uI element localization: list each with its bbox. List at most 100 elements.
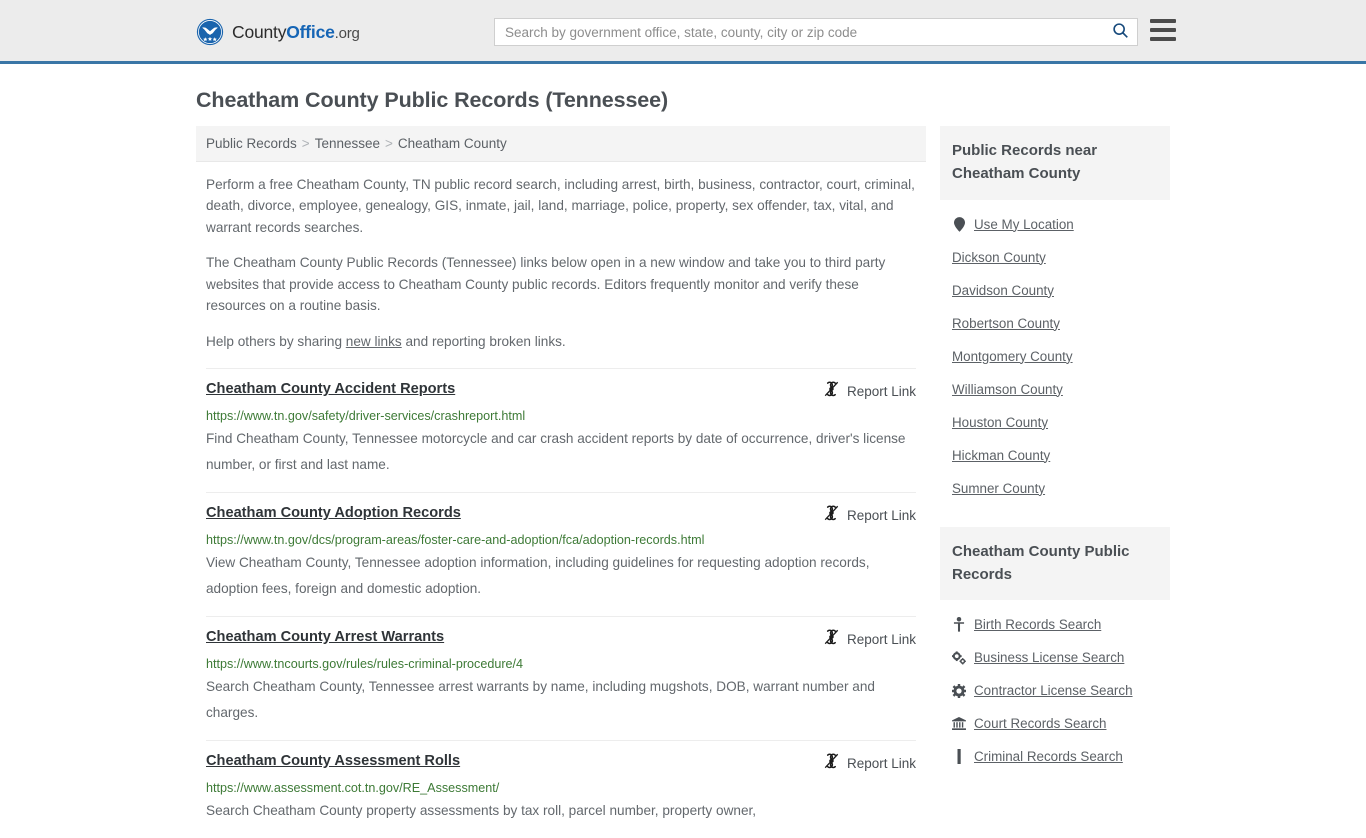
record-type-item[interactable]: Business License Search [940, 641, 1170, 674]
breadcrumb-item-2[interactable]: Tennessee [315, 136, 380, 151]
baby-icon [952, 617, 966, 632]
page-title: Cheatham County Public Records (Tennesse… [196, 88, 1170, 113]
new-links-link[interactable]: new links [346, 334, 402, 349]
report-link-button[interactable]: Report Link [824, 753, 916, 774]
intro-help-text: Help others by sharing new links and rep… [206, 331, 916, 352]
brand-logo-link[interactable]: CountyOffice.org [196, 18, 360, 46]
record-types-card: Cheatham County Public Records Birth Rec… [940, 527, 1170, 774]
page-container: Cheatham County Public Records (Tennesse… [0, 88, 1366, 838]
result-header: Cheatham County Adoption Records Report L… [206, 505, 916, 526]
map-pin-icon [952, 217, 966, 232]
nearby-county-item[interactable]: Dickson County [940, 241, 1170, 274]
brand-part-office: Office [286, 22, 334, 42]
breadcrumb-separator: > [385, 136, 393, 151]
nearby-county-link[interactable]: Houston County [952, 415, 1048, 430]
search-bar[interactable] [494, 18, 1138, 46]
nearby-county-link[interactable]: Sumner County [952, 481, 1045, 496]
nearby-county-link[interactable]: Robertson County [952, 316, 1060, 331]
nearby-county-link[interactable]: Use My Location [974, 217, 1074, 232]
result-url[interactable]: https://www.tn.gov/safety/driver-service… [206, 409, 916, 424]
brand-wordmark: CountyOffice.org [232, 22, 360, 43]
bank-icon [952, 716, 966, 731]
record-type-item[interactable]: Contractor License Search [940, 674, 1170, 707]
nearby-records-list: Use My Location Dickson County Davidson Co… [940, 200, 1170, 505]
nearby-county-item[interactable]: Montgomery County [940, 340, 1170, 373]
brand-part-tld: .org [335, 25, 360, 42]
result-item: Cheatham County Assessment Rolls Report L… [206, 740, 916, 838]
help-prefix: Help others by sharing [206, 334, 346, 349]
result-item: Cheatham County Adoption Records Report L… [206, 492, 916, 616]
content-layout: Public Records > Tennessee > Cheatham County… [196, 126, 1170, 838]
nearby-county-item[interactable]: Williamson County [940, 373, 1170, 406]
result-title-link[interactable]: Cheatham County Accident Reports [206, 381, 455, 399]
result-description: Find Cheatham County, Tennessee motorcyc… [206, 426, 916, 478]
report-link-label: Report Link [847, 632, 916, 647]
cog-icon [952, 683, 966, 698]
nearby-county-link[interactable]: Williamson County [952, 382, 1063, 397]
breadcrumb-item-3: Cheatham County [398, 136, 507, 151]
result-header: Cheatham County Assessment Rolls Report L… [206, 753, 916, 774]
nearby-county-item[interactable]: Houston County [940, 406, 1170, 439]
result-title-link[interactable]: Cheatham County Assessment Rolls [206, 753, 460, 771]
nearby-county-link[interactable]: Davidson County [952, 283, 1054, 298]
record-type-link[interactable]: Criminal Records Search [974, 749, 1123, 764]
intro-paragraph-2: The Cheatham County Public Records (Tenn… [206, 252, 916, 316]
intro-paragraph-1: Perform a free Cheatham County, TN publi… [206, 174, 916, 238]
nearby-county-item[interactable]: Sumner County [940, 472, 1170, 505]
report-link-button[interactable]: Report Link [824, 629, 916, 650]
record-type-link[interactable]: Birth Records Search [974, 617, 1101, 632]
record-types-list: Birth Records Search Business License Sea… [940, 600, 1170, 773]
cogs-icon [952, 650, 966, 665]
nearby-county-item[interactable]: Davidson County [940, 274, 1170, 307]
result-title-link[interactable]: Cheatham County Arrest Warrants [206, 629, 444, 647]
record-types-header: Cheatham County Public Records [940, 527, 1170, 601]
result-list: Cheatham County Accident Reports Report L… [196, 368, 926, 837]
nearby-county-item[interactable]: Hickman County [940, 439, 1170, 472]
nearby-records-header: Public Records near Cheatham County [940, 126, 1170, 200]
broken-link-icon [824, 629, 839, 650]
sidebar: Public Records near Cheatham County Use … [940, 126, 1170, 795]
brand-part-county: County [232, 22, 286, 42]
result-url[interactable]: https://www.tncourts.gov/rules/rules-cri… [206, 657, 916, 672]
nearby-records-card: Public Records near Cheatham County Use … [940, 126, 1170, 505]
result-description: View Cheatham County, Tennessee adoption… [206, 550, 916, 602]
record-type-link[interactable]: Business License Search [974, 650, 1124, 665]
breadcrumb-item-1[interactable]: Public Records [206, 136, 297, 151]
result-description: Search Cheatham County, Tennessee arrest… [206, 674, 916, 726]
broken-link-icon [824, 381, 839, 402]
broken-link-icon [824, 505, 839, 526]
report-link-button[interactable]: Report Link [824, 505, 916, 526]
hamburger-menu-icon[interactable] [1150, 19, 1176, 41]
result-header: Cheatham County Arrest Warrants Report Li… [206, 629, 916, 650]
record-type-item[interactable]: Court Records Search [940, 707, 1170, 740]
eagle-shield-logo-icon [196, 18, 224, 46]
report-link-label: Report Link [847, 384, 916, 399]
report-link-label: Report Link [847, 508, 916, 523]
intro-section: Perform a free Cheatham County, TN publi… [196, 162, 926, 352]
nearby-county-item[interactable]: Robertson County [940, 307, 1170, 340]
record-type-link[interactable]: Contractor License Search [974, 683, 1133, 698]
nearby-county-link[interactable]: Montgomery County [952, 349, 1073, 364]
gavel-icon [952, 749, 966, 764]
search-button[interactable] [1103, 19, 1137, 45]
result-url[interactable]: https://www.tn.gov/dcs/program-areas/fos… [206, 533, 916, 548]
search-input[interactable] [495, 19, 1103, 45]
report-link-label: Report Link [847, 756, 916, 771]
result-url[interactable]: https://www.assessment.cot.tn.gov/RE_Ass… [206, 781, 916, 796]
broken-link-icon [824, 753, 839, 774]
result-item: Cheatham County Arrest Warrants Report Li… [206, 616, 916, 740]
breadcrumb-separator: > [302, 136, 310, 151]
search-icon [1112, 22, 1129, 42]
record-type-item[interactable]: Criminal Records Search [940, 740, 1170, 773]
result-title-link[interactable]: Cheatham County Adoption Records [206, 505, 461, 523]
nearby-county-link[interactable]: Hickman County [952, 448, 1050, 463]
record-type-item[interactable]: Birth Records Search [940, 608, 1170, 641]
nearby-county-link[interactable]: Dickson County [952, 250, 1046, 265]
nearby-county-item[interactable]: Use My Location [940, 208, 1170, 241]
result-item: Cheatham County Accident Reports Report L… [206, 368, 916, 492]
report-link-button[interactable]: Report Link [824, 381, 916, 402]
result-description: Search Cheatham County property assessme… [206, 798, 916, 824]
help-suffix: and reporting broken links. [402, 334, 566, 349]
result-header: Cheatham County Accident Reports Report L… [206, 381, 916, 402]
record-type-link[interactable]: Court Records Search [974, 716, 1106, 731]
